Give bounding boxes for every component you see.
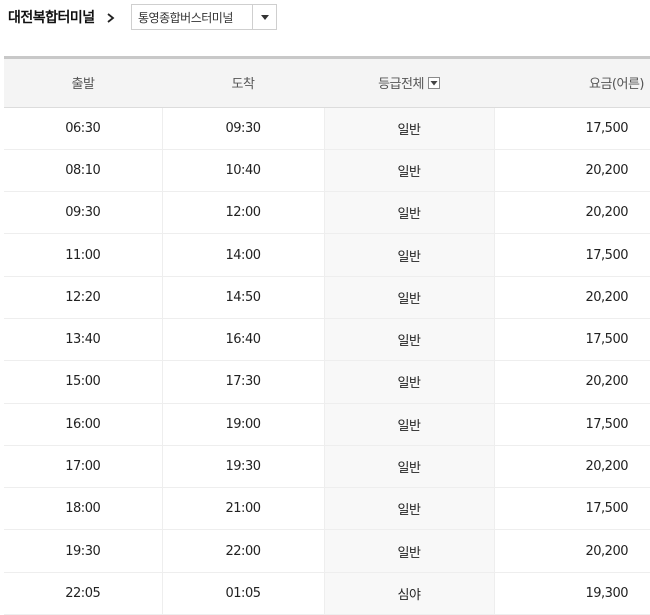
departure-time: 12:20 [4,276,163,319]
fare: 20,200 [494,529,650,573]
header-arrival: 도착 [162,59,324,108]
fare: 20,200 [494,360,650,404]
bus-grade: 일반 [324,529,495,573]
table-header-row: 출발 도착 등급전체 요금(어른) [4,59,650,108]
arrival-time: 19:00 [162,403,325,446]
table-row[interactable]: 22:05 01:05 심야 19,300 [4,572,650,615]
departure-time: 15:00 [4,360,163,404]
grade-filter-wrap: 등급전체 [378,73,440,92]
fare: 17,500 [494,233,650,277]
fare: 20,200 [494,276,650,319]
arrival-time: 17:30 [162,360,325,404]
bus-grade: 일반 [324,191,495,235]
header-departure: 출발 [4,59,162,108]
departure-time: 09:30 [4,191,163,235]
fare: 17,500 [494,318,650,362]
bus-grade: 일반 [324,107,495,150]
arrival-time: 14:00 [162,233,325,277]
table-row[interactable]: 16:00 19:00 일반 17,500 [4,403,650,446]
arrival-time: 01:05 [162,572,325,615]
arrival-time: 14:50 [162,276,325,319]
departure-time: 19:30 [4,529,163,573]
table-row[interactable]: 17:00 19:30 일반 20,200 [4,445,650,489]
fare: 19,300 [494,572,650,615]
arrival-time: 22:00 [162,529,325,573]
bus-grade: 심야 [324,572,495,615]
timetable: 출발 도착 등급전체 요금(어른) 06:30 09:30 일반 17,500 … [4,56,650,615]
fare: 17,500 [494,403,650,446]
departure-time: 16:00 [4,403,163,446]
bus-grade: 일반 [324,445,495,489]
departure-time: 08:10 [4,149,163,193]
table-row[interactable]: 08:10 10:40 일반 20,200 [4,149,650,193]
arrival-time: 19:30 [162,445,325,489]
arrival-time: 12:00 [162,191,325,235]
fare: 20,200 [494,191,650,235]
arrival-time: 21:00 [162,487,325,531]
departure-time: 06:30 [4,107,163,150]
bus-grade: 일반 [324,318,495,362]
header-grade: 등급전체 [324,59,494,108]
caret-down-icon [430,80,438,86]
bus-grade: 일반 [324,487,495,531]
fare: 17,500 [494,107,650,150]
table-row[interactable]: 06:30 09:30 일반 17,500 [4,107,650,150]
bus-grade: 일반 [324,149,495,193]
departure-time: 11:00 [4,233,163,277]
table-row[interactable]: 13:40 16:40 일반 17,500 [4,318,650,362]
chevron-right-icon [104,8,118,28]
fare: 17,500 [494,487,650,531]
table-row[interactable]: 15:00 17:30 일반 20,200 [4,360,650,404]
bus-grade: 일반 [324,276,495,319]
fare: 20,200 [494,445,650,489]
route-bar: 대전복합터미널 통영종합버스터미널 [0,0,650,40]
table-row[interactable]: 12:20 14:50 일반 20,200 [4,276,650,319]
timetable-table: 출발 도착 등급전체 요금(어른) 06:30 09:30 일반 17,500 … [4,59,650,615]
caret-down-icon[interactable] [252,5,276,29]
arrival-time: 16:40 [162,318,325,362]
bus-grade: 일반 [324,360,495,404]
arrival-time: 09:30 [162,107,325,150]
fare: 20,200 [494,149,650,193]
table-row[interactable]: 11:00 14:00 일반 17,500 [4,233,650,277]
header-fare: 요금(어른) [494,59,650,108]
bus-grade: 일반 [324,403,495,446]
table-row[interactable]: 18:00 21:00 일반 17,500 [4,487,650,531]
origin-terminal: 대전복합터미널 [8,10,95,26]
grade-filter-button[interactable] [427,76,440,89]
table-row[interactable]: 09:30 12:00 일반 20,200 [4,191,650,235]
table-row[interactable]: 19:30 22:00 일반 20,200 [4,529,650,573]
header-grade-label: 등급전체 [378,77,424,93]
departure-time: 18:00 [4,487,163,531]
arrival-time: 10:40 [162,149,325,193]
departure-time: 13:40 [4,318,163,362]
departure-time: 17:00 [4,445,163,489]
departure-time: 22:05 [4,572,163,615]
bus-grade: 일반 [324,233,495,277]
destination-select-label: 통영종합버스터미널 [138,10,233,25]
destination-select[interactable]: 통영종합버스터미널 [131,4,277,30]
